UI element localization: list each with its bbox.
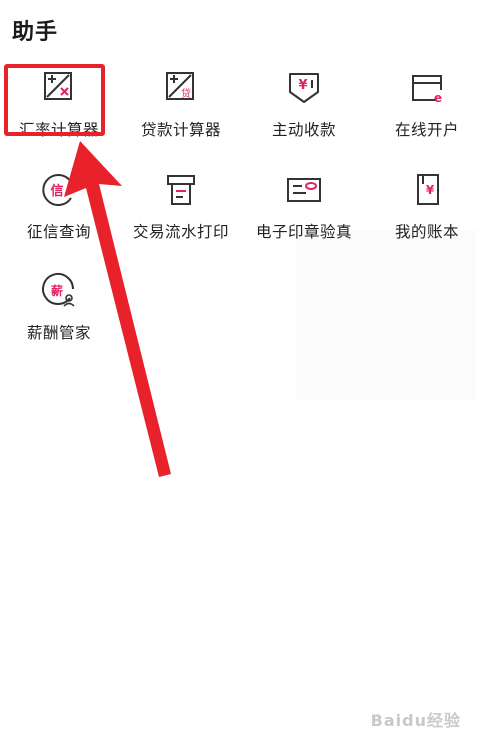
tool-label: 征信查询 <box>26 223 91 241</box>
transaction-print-icon <box>167 175 195 205</box>
tool-loan-calculator[interactable]: 贷 贷款计算器 <box>122 62 240 152</box>
tool-online-account[interactable]: e 在线开户 <box>368 62 486 152</box>
tool-label: 在线开户 <box>394 121 459 139</box>
yen-glyph: ¥ <box>426 183 435 197</box>
background-panel <box>296 230 476 400</box>
loan-calculator-icon: 贷 <box>166 72 194 100</box>
tool-label: 贷款计算器 <box>140 121 221 139</box>
online-account-icon: e <box>412 75 442 105</box>
tool-e-seal-verify[interactable]: 电子印章验真 <box>245 164 363 254</box>
tool-exchange-rate-calculator[interactable]: 汇率计算器 <box>0 62 118 152</box>
salary-glyph: 薪 <box>51 283 63 298</box>
tool-receive-payment[interactable]: ¥ 主动收款 <box>245 62 363 152</box>
receive-payment-icon: ¥ <box>289 73 319 103</box>
my-ledger-icon: ¥ <box>417 174 439 205</box>
tool-salary-manager[interactable]: 薪 薪酬管家 <box>0 265 118 355</box>
yen-glyph: ¥ <box>298 78 307 93</box>
e-glyph: e <box>434 91 442 105</box>
tool-label: 交易流水打印 <box>132 223 229 241</box>
page-title: 助手 <box>12 20 59 45</box>
tool-label: 汇率计算器 <box>18 121 99 139</box>
e-seal-verify-icon <box>287 178 321 202</box>
tool-label: 主动收款 <box>271 121 336 139</box>
tool-label: 薪酬管家 <box>26 324 91 342</box>
credit-glyph: 信 <box>50 183 63 199</box>
tool-credit-inquiry[interactable]: 信 征信查询 <box>0 164 118 254</box>
tool-my-ledger[interactable]: ¥ 我的账本 <box>368 164 486 254</box>
credit-inquiry-icon: 信 <box>42 174 72 206</box>
watermark: Baidu经验 <box>370 711 461 730</box>
tool-label: 我的账本 <box>394 223 459 241</box>
salary-manager-icon: 薪 <box>42 273 75 307</box>
tool-label: 电子印章验真 <box>255 223 352 241</box>
loan-glyph: 贷 <box>181 87 191 100</box>
tool-transaction-print[interactable]: 交易流水打印 <box>122 164 240 254</box>
exchange-rate-calculator-icon <box>44 72 72 100</box>
